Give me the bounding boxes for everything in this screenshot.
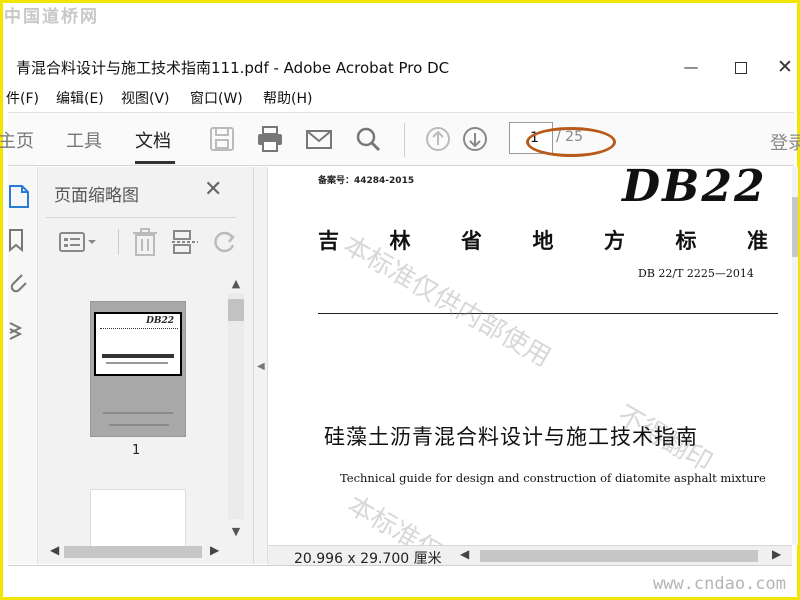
bookmark-icon[interactable]: [8, 227, 30, 253]
page-thumbnails-icon[interactable]: [8, 183, 30, 209]
menu-window[interactable]: 窗口(W): [190, 88, 243, 108]
thumbnail-vertical-scrollbar[interactable]: ▲ ▼: [226, 275, 246, 541]
site-logo: 中国道桥网: [4, 7, 99, 27]
scroll-left-arrow[interactable]: ◀: [50, 543, 59, 557]
scroll-thumb[interactable]: [228, 299, 244, 321]
tab-document[interactable]: 文档: [135, 127, 171, 153]
save-icon[interactable]: [208, 125, 236, 153]
tab-home[interactable]: 主页: [0, 127, 34, 153]
province-char: 省: [461, 229, 482, 253]
menu-view[interactable]: 视图(V): [121, 88, 170, 108]
thumbnail-page-label: 1: [132, 443, 141, 458]
toolbar-divider: [404, 123, 405, 157]
collapse-arrow-icon: ◀: [257, 361, 265, 372]
province-char: 准: [747, 229, 768, 253]
pdf-page: 备案号：44284-2015 DB22 吉 林 省 地 方 标 准 DB 22/…: [268, 167, 792, 545]
email-icon[interactable]: [305, 125, 333, 153]
scroll-thumb[interactable]: [480, 550, 758, 562]
thumbnail-subtitle-bar: [106, 362, 168, 364]
watermark-repeat: 本标准仅: [342, 490, 448, 545]
main-toolbar: 主页 工具 文档 1 / 25 登录: [0, 112, 800, 166]
document-title-chinese: 硅藻土沥青混合料设计与施工技术指南: [324, 425, 698, 449]
panel-close-button[interactable]: ✕: [204, 177, 222, 202]
record-number: 备案号：44284-2015: [318, 176, 415, 186]
previous-page-icon[interactable]: [424, 125, 452, 153]
menu-bar: 件(F) 编辑(E) 视图(V) 窗口(W) 帮助(H): [6, 86, 794, 108]
province-char: 方: [604, 229, 625, 253]
search-icon[interactable]: [354, 125, 382, 153]
active-tab-underline: [135, 161, 175, 164]
window-titlebar: 青混合料设计与施工技术指南111.pdf - Adobe Acrobat Pro…: [8, 50, 794, 84]
province-char: 吉: [318, 229, 339, 253]
thumbnails-panel: 页面缩略图 ✕ DB22 1 ▲ ▼ ◀ ▶: [38, 167, 254, 564]
province-char: 标: [675, 229, 697, 253]
menu-edit[interactable]: 编辑(E): [56, 88, 104, 108]
login-link[interactable]: 登录: [770, 129, 800, 155]
window-title: 青混合料设计与施工技术指南111.pdf - Adobe Acrobat Pro…: [16, 59, 450, 77]
province-char: 地: [532, 229, 554, 253]
thumbnail-date-line: [103, 412, 173, 414]
navigation-rail: [8, 167, 38, 564]
menu-file[interactable]: 件(F): [6, 88, 39, 108]
panel-title: 页面缩略图: [54, 186, 139, 206]
scroll-up-arrow[interactable]: ▲: [229, 277, 243, 291]
scroll-right-arrow[interactable]: ▶: [210, 543, 219, 557]
extract-page-icon[interactable]: [170, 227, 200, 257]
thumbnail-title-bar: [102, 354, 174, 358]
scroll-left-arrow[interactable]: ◀: [460, 547, 469, 561]
print-icon[interactable]: [256, 125, 284, 153]
thumbnail-header-line: [100, 328, 178, 330]
thumbnail-page-2[interactable]: [90, 489, 186, 549]
thumbnail-page-1[interactable]: DB22: [90, 301, 186, 437]
panel-tool-divider: [118, 229, 119, 255]
document-title-english: Technical guide for design and construct…: [340, 471, 766, 485]
panel-collapse-handle[interactable]: ◀: [254, 167, 268, 564]
document-view[interactable]: 备案号：44284-2015 DB22 吉 林 省 地 方 标 准 DB 22/…: [268, 167, 792, 545]
maximize-button[interactable]: [726, 53, 756, 81]
menu-help[interactable]: 帮助(H): [263, 88, 312, 108]
site-url: www.cndao.com: [652, 574, 786, 594]
thumbnail-options-icon[interactable]: [58, 227, 98, 257]
document-vertical-scrollbar[interactable]: [792, 167, 798, 545]
thumbnail-code: DB22: [146, 316, 174, 326]
next-page-icon[interactable]: [461, 125, 489, 153]
attachment-icon[interactable]: [8, 269, 30, 295]
minimize-button[interactable]: —: [676, 53, 706, 81]
scroll-track: [228, 293, 244, 519]
delete-page-icon[interactable]: [130, 227, 160, 257]
status-bar: 20.996 x 29.700 厘米 ◀ ▶: [268, 545, 792, 567]
window-bottom-edge: [8, 565, 792, 566]
scroll-right-arrow[interactable]: ▶: [772, 547, 781, 561]
standard-number: DB 22/T 2225—2014: [638, 267, 754, 280]
panel-divider: [46, 217, 236, 218]
close-window-button[interactable]: ✕: [770, 53, 800, 81]
highlight-ellipse: [526, 127, 616, 157]
thumbnail-issuer-line: [109, 424, 169, 426]
layers-icon[interactable]: [8, 317, 30, 343]
tab-tools[interactable]: 工具: [66, 127, 102, 153]
header-rule: [318, 313, 778, 314]
standard-code: DB22: [622, 167, 767, 212]
scroll-down-arrow[interactable]: ▼: [229, 525, 243, 539]
scroll-thumb[interactable]: [64, 546, 202, 558]
document-scroll-thumb[interactable]: [792, 197, 798, 257]
thumbnail-cover: DB22: [94, 312, 182, 376]
rotate-page-icon[interactable]: [210, 227, 240, 257]
maximize-icon: [735, 61, 747, 74]
thumbnail-list: DB22 1: [46, 275, 226, 549]
